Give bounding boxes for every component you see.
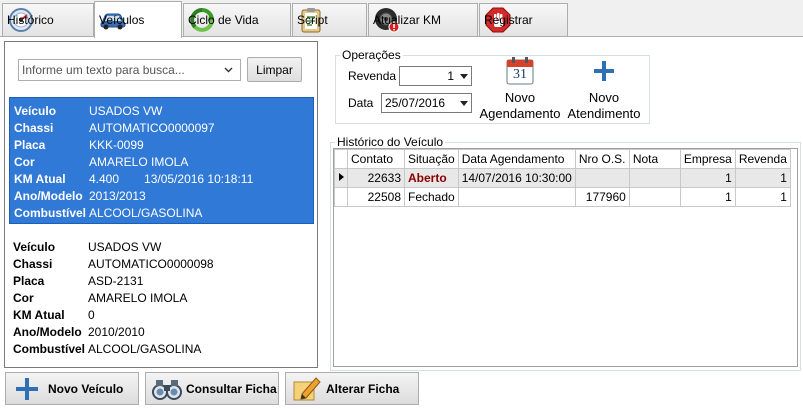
table-row[interactable]: 22508 Fechado 177960 1 1 <box>334 187 791 207</box>
calendar-day: 31 <box>513 67 527 82</box>
tab-label: Script <box>297 13 328 27</box>
cell-nro-os: 177960 <box>574 187 630 207</box>
chevron-down-icon[interactable] <box>457 73 471 79</box>
column-header-empresa[interactable]: Empresa <box>679 149 736 169</box>
tab-label: Ciclo de Vida <box>188 13 259 27</box>
vehicle-field-cor: Cor AMARELO IMOLA <box>14 154 189 169</box>
vehicle-field-combustivel: Combustível ALCOOL/GASOLINA <box>14 205 203 220</box>
cell-empresa: 1 <box>679 187 736 207</box>
historico-grid[interactable]: Contato Situação Data Agendamento Nro O.… <box>333 148 798 367</box>
vehicle-field-combustivel: Combustível ALCOOL/GASOLINA <box>13 341 202 356</box>
table-header-row: Contato Situação Data Agendamento Nro O.… <box>334 149 791 169</box>
revenda-value: 1 <box>447 69 454 83</box>
row-header <box>334 187 348 207</box>
operacoes-title: Operações <box>342 48 401 62</box>
binoculars-icon <box>152 374 182 404</box>
vehicle-field-ano-modelo: Ano/Modelo 2010/2010 <box>13 324 145 339</box>
tab-bar: Histórico Veículos Ciclo de Vida Script … <box>0 0 803 38</box>
km-update-timestamp: 13/05/2016 10:18:11 <box>144 171 254 186</box>
vehicle-card-selected[interactable]: Veículo USADOS VW Chassi AUTOMATICO0000097… <box>9 97 314 224</box>
chevron-down-icon[interactable] <box>457 100 471 106</box>
vehicle-field-veiculo: Veículo USADOS VW <box>14 103 163 118</box>
column-header-situacao[interactable]: Situação <box>404 149 459 169</box>
calendar-icon: 31 <box>505 56 535 86</box>
cell-empresa: 1 <box>679 168 736 188</box>
plus-icon <box>12 374 42 404</box>
revenda-label: Revenda <box>348 69 397 83</box>
vehicle-field-placa: Placa ASD-2131 <box>13 273 144 288</box>
chevron-down-icon[interactable] <box>219 60 237 80</box>
tab-label: Veículos <box>99 13 145 27</box>
cell-nota <box>628 168 681 188</box>
tab-historico[interactable]: Histórico <box>2 3 94 36</box>
current-row-indicator-icon <box>334 168 348 188</box>
vehicle-field-placa: Placa KKK-0099 <box>14 137 144 152</box>
cell-situacao: Aberto <box>404 168 459 188</box>
tab-registrar[interactable]: Registrar <box>479 3 568 36</box>
clear-search-button[interactable]: Limpar <box>247 57 302 82</box>
tab-content-veiculos: Limpar VeículoUSADOS VW ChassiAUTOMATICO… <box>0 37 803 409</box>
novo-atendimento-button[interactable]: Novo Atendimento <box>563 56 645 122</box>
historico-title: Histórico do Veículo <box>337 135 444 149</box>
tab-label: Histórico <box>7 13 54 27</box>
vehicle-field-km-atual: KM Atual 0 <box>13 307 95 322</box>
column-header-contato[interactable]: Contato <box>347 149 405 169</box>
novo-agendamento-button[interactable]: 31 Novo Agendamento <box>477 56 563 122</box>
cell-nota <box>628 187 681 207</box>
cell-situacao: Fechado <box>404 187 459 207</box>
tab-ciclo-de-vida[interactable]: Ciclo de Vida <box>183 3 291 36</box>
novo-agendamento-label-1: Novo <box>504 90 536 105</box>
alterar-ficha-button[interactable]: Alterar Ficha <box>285 372 419 405</box>
data-label: Data <box>348 96 374 110</box>
novo-atendimento-label-1: Novo <box>588 90 620 105</box>
tab-script[interactable]: Script <box>292 3 367 36</box>
vehicle-card[interactable]: Veículo USADOS VW Chassi AUTOMATICO0000098… <box>9 234 314 356</box>
vehicle-field-veiculo: Veículo USADOS VW <box>13 239 162 254</box>
search-input[interactable] <box>19 61 219 79</box>
cell-data-agendamento: 14/07/2016 10:30:00 <box>457 168 576 188</box>
novo-atendimento-label-2: Atendimento <box>567 106 641 121</box>
search-combo[interactable] <box>18 59 241 81</box>
vehicle-field-km-atual: KM Atual 4.400 13/05/2016 10:18:11 <box>14 171 254 186</box>
tab-label: Atualizar KM <box>373 13 442 27</box>
data-date-picker[interactable]: 25/07/2016 <box>381 93 472 113</box>
cell-nro-os <box>574 168 630 188</box>
plus-icon <box>593 56 615 86</box>
column-header-revenda[interactable]: Revenda <box>734 149 791 169</box>
tab-atualizar-km[interactable]: Atualizar KM <box>368 3 478 36</box>
vehicle-field-ano-modelo: Ano/Modelo 2013/2013 <box>14 188 146 203</box>
row-header-corner <box>334 149 348 169</box>
edit-pencil-icon <box>292 374 322 404</box>
data-value: 25/07/2016 <box>385 96 446 110</box>
tab-veiculos[interactable]: Veículos <box>94 1 182 38</box>
cell-revenda: 1 <box>734 168 791 188</box>
tab-label: Registrar <box>484 13 533 27</box>
column-header-nro-os[interactable]: Nro O.S. <box>574 149 630 169</box>
vehicle-list-panel: Limpar VeículoUSADOS VW ChassiAUTOMATICO… <box>4 41 318 368</box>
cell-revenda: 1 <box>734 187 791 207</box>
cell-contato: 22633 <box>347 168 405 188</box>
revenda-select[interactable]: 1 <box>399 66 472 86</box>
cell-data-agendamento <box>457 187 576 207</box>
cell-contato: 22508 <box>347 187 405 207</box>
column-header-data-agendamento[interactable]: Data Agendamento <box>457 149 576 169</box>
historico-table: Contato Situação Data Agendamento Nro O.… <box>334 149 791 207</box>
column-header-nota[interactable]: Nota <box>628 149 681 169</box>
table-row[interactable]: 22633 Aberto 14/07/2016 10:30:00 1 1 <box>334 168 791 188</box>
consultar-ficha-button[interactable]: Consultar Ficha <box>145 372 279 405</box>
novo-agendamento-label-2: Agendamento <box>479 106 561 121</box>
novo-veiculo-button[interactable]: Novo Veículo <box>5 372 139 405</box>
vehicle-field-cor: Cor AMARELO IMOLA <box>13 290 188 305</box>
vehicle-field-chassi: Chassi AUTOMATICO0000098 <box>13 256 214 271</box>
vehicle-field-chassi: Chassi AUTOMATICO0000097 <box>14 120 215 135</box>
